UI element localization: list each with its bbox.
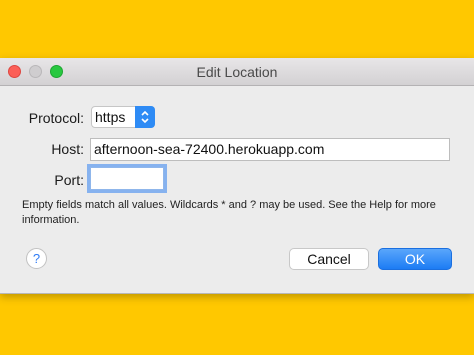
host-field[interactable]: afternoon-sea-72400.herokuapp.com xyxy=(90,138,450,161)
host-label: Host: xyxy=(51,141,84,157)
dialog-title: Edit Location xyxy=(196,64,278,80)
chevron-updown-icon xyxy=(135,106,155,128)
help-button[interactable]: ? xyxy=(26,248,47,269)
port-field[interactable] xyxy=(90,167,164,190)
cancel-button[interactable]: Cancel xyxy=(289,248,369,270)
title-bar: Edit Location xyxy=(0,58,474,86)
question-mark-icon: ? xyxy=(32,251,41,266)
protocol-label: Protocol: xyxy=(28,110,84,126)
protocol-value: https xyxy=(95,109,126,125)
hint-text: Empty fields match all values. Wildcards… xyxy=(22,199,436,226)
protocol-select[interactable]: https xyxy=(91,106,155,128)
port-label: Port: xyxy=(54,172,84,188)
ok-button[interactable]: OK xyxy=(378,248,452,270)
edit-location-dialog: Edit Location Protocol: https Host: afte… xyxy=(0,58,474,294)
